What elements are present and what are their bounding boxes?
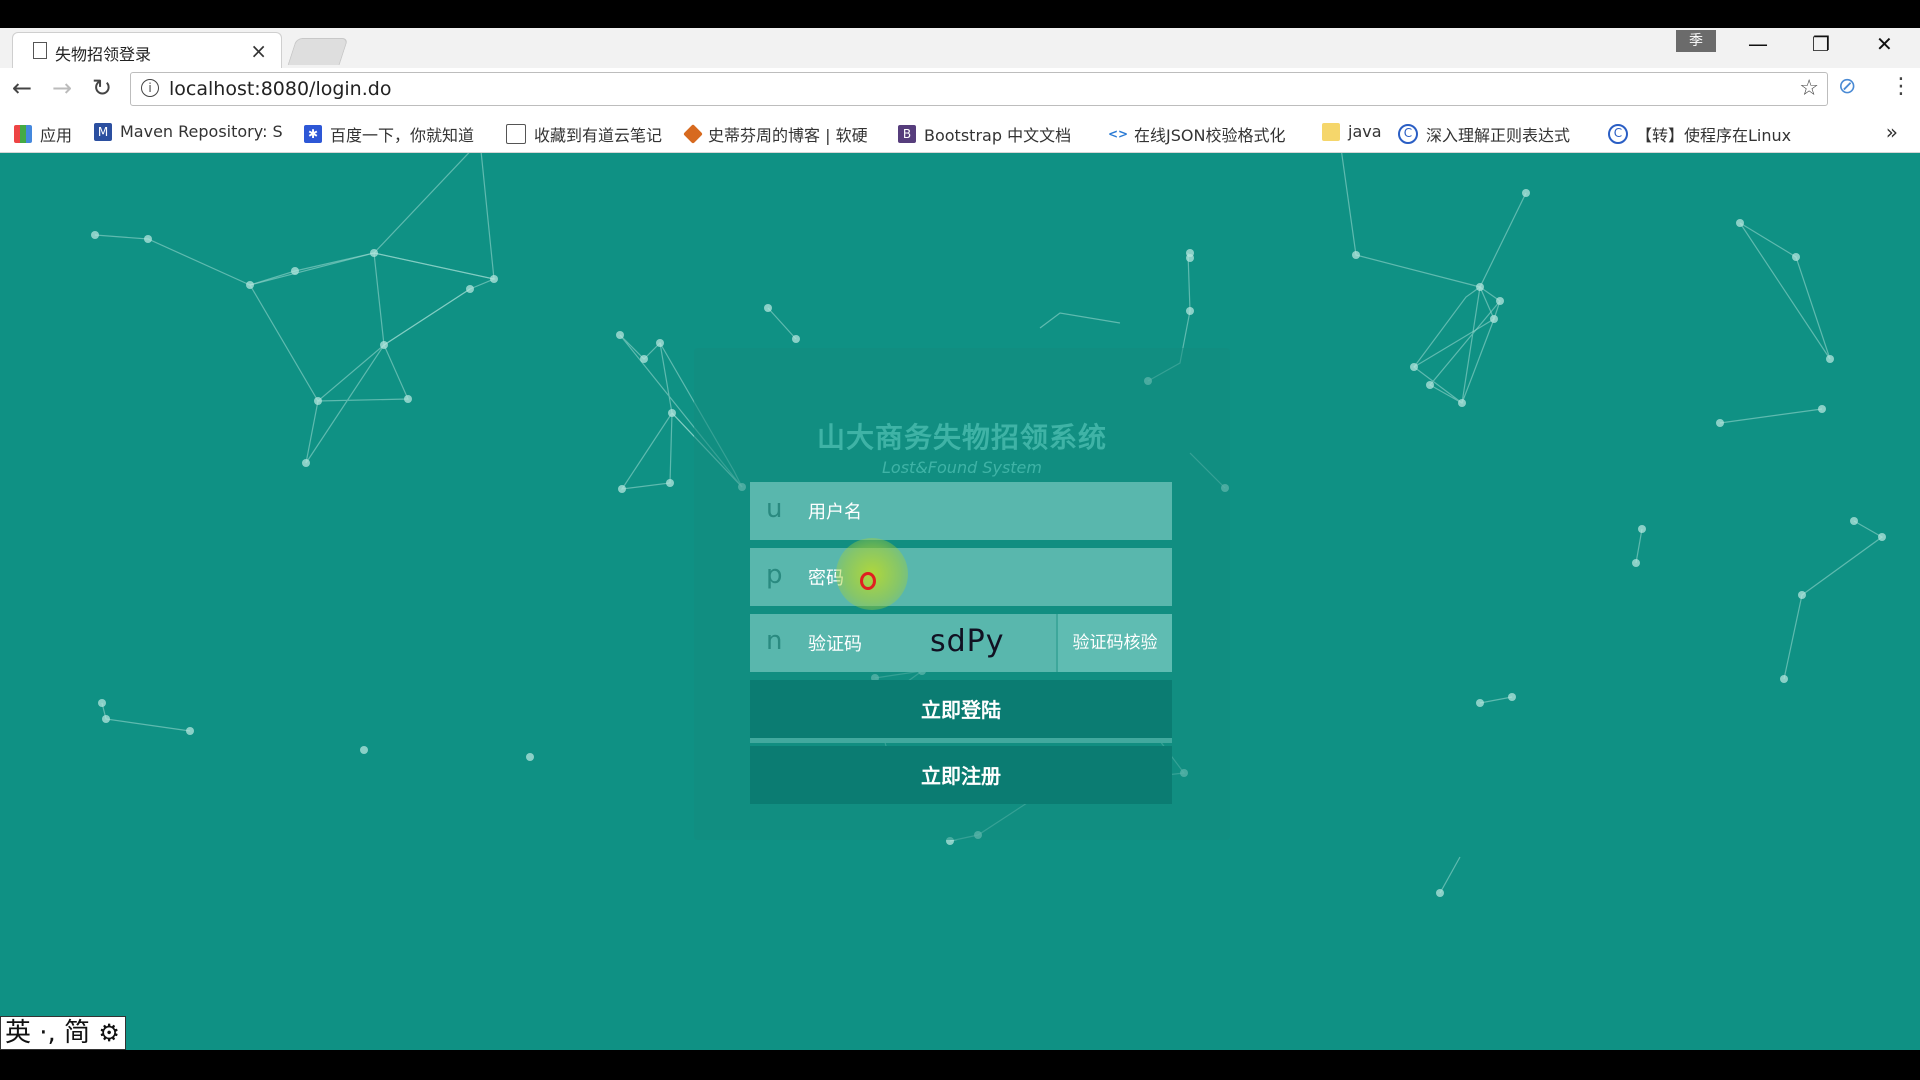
password-prefix: p [766, 560, 783, 590]
captcha-input[interactable] [806, 614, 920, 674]
folder-icon [1322, 122, 1340, 141]
captcha-verify-button[interactable]: 验证码核验 [1056, 614, 1172, 672]
bookmark-baidu[interactable]: ✱ 百度一下，你就知道 [304, 122, 474, 146]
extension-icon[interactable]: ⊘ [1838, 74, 1856, 99]
menu-icon[interactable]: ⋮ [1890, 74, 1912, 99]
login-page: 山大商务失物招领系统 Lost&Found System u p n sdPy … [0, 153, 1920, 1050]
site-info-icon[interactable]: i [141, 79, 159, 97]
tab-login[interactable]: 失物招领登录 × [12, 32, 282, 68]
login-button[interactable]: 立即登陆 [750, 680, 1172, 738]
browser-chrome: 失物招领登录 × 季 — ❐ ✕ ← → ↻ i localhost:8080/… [0, 28, 1920, 153]
page-icon [506, 124, 526, 144]
screen-top-bar [0, 0, 1920, 28]
tab-title: 失物招领登录 [55, 45, 152, 64]
login-panel: 山大商务失物招领系统 Lost&Found System u p n sdPy … [694, 348, 1230, 840]
address-bar[interactable]: i localhost:8080/login.do ☆ [130, 72, 1828, 106]
browser-toolbar: ← → ↻ i localhost:8080/login.do ☆ ⊘ ⋮ [0, 68, 1920, 112]
bookmark-linux[interactable]: C 【转】使程序在Linux [1608, 122, 1791, 146]
maven-icon: M [94, 122, 112, 141]
username-input[interactable] [806, 482, 1110, 542]
bookmarks-bar: 应用 M Maven Repository: S ✱ 百度一下，你就知道 收藏到… [0, 112, 1920, 153]
bookmark-json[interactable]: <> 在线JSON校验格式化 [1108, 122, 1285, 146]
address-url[interactable]: localhost:8080/login.do [169, 78, 391, 100]
ime-status-bar[interactable]: 英 ·, 简 ⚙ [0, 1016, 126, 1050]
back-icon[interactable]: ← [12, 74, 32, 102]
new-tab-button[interactable] [287, 38, 349, 65]
bookmark-apps[interactable]: 应用 [14, 122, 72, 146]
tab-close-icon[interactable]: × [250, 39, 267, 63]
bootstrap-icon: B [898, 125, 916, 143]
gear-icon[interactable]: ⚙ [98, 1019, 120, 1047]
password-field: p [750, 548, 1172, 608]
window-close-icon[interactable]: ✕ [1876, 32, 1893, 56]
system-title: 山大商务失物招领系统 [816, 421, 1107, 454]
json-icon: <> [1108, 125, 1129, 143]
button-divider [750, 738, 1172, 743]
tab-strip: 失物招领登录 × 季 — ❐ ✕ [0, 28, 1920, 68]
bookmark-bootstrap[interactable]: B Bootstrap 中文文档 [898, 122, 1071, 146]
restore-icon[interactable]: ❐ [1812, 32, 1830, 56]
regex-icon: C [1398, 124, 1418, 144]
screen-bottom-bar [0, 1050, 1920, 1080]
system-subtitle: Lost&Found System [882, 458, 1042, 477]
captcha-field: n sdPy 验证码核验 [750, 614, 1172, 674]
busy-cursor-icon [860, 572, 876, 590]
bookmark-java[interactable]: java [1322, 122, 1382, 141]
apps-icon [14, 125, 32, 143]
username-field: u [750, 482, 1172, 542]
bookmark-maven[interactable]: M Maven Repository: S [94, 122, 283, 141]
username-prefix: u [766, 494, 783, 524]
minimize-icon[interactable]: — [1748, 32, 1768, 56]
bookmark-youdao[interactable]: 收藏到有道云笔记 [506, 122, 662, 146]
page-icon [33, 42, 47, 59]
baidu-icon: ✱ [304, 125, 322, 143]
blog-icon [683, 124, 703, 144]
forward-icon[interactable]: → [52, 74, 72, 102]
ime-status-text: 英 ·, 简 [5, 1018, 91, 1048]
ime-badge[interactable]: 季 [1676, 30, 1716, 52]
captcha-image[interactable]: sdPy [930, 624, 1005, 659]
register-button[interactable]: 立即注册 [750, 746, 1172, 804]
bookmark-blog[interactable]: 史蒂芬周的博客 | 软硬 [683, 122, 868, 146]
link-icon: C [1608, 124, 1628, 144]
captcha-prefix: n [766, 626, 783, 656]
reload-icon[interactable]: ↻ [92, 74, 112, 102]
bookmarks-overflow-icon[interactable]: » [1886, 120, 1898, 144]
bookmark-star-icon[interactable]: ☆ [1799, 76, 1819, 101]
bookmark-regex[interactable]: C 深入理解正则表达式 [1398, 122, 1570, 146]
